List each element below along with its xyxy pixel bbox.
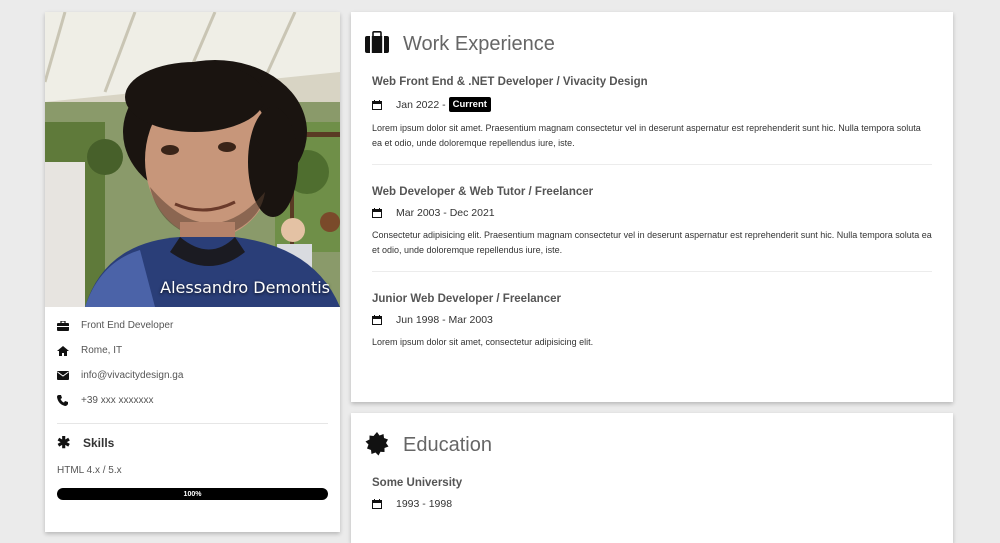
info-row-location: Rome, IT — [57, 338, 328, 363]
work-entry-date: Mar 2003 - Dec 2021 — [396, 207, 495, 219]
info-row-job: Front End Developer — [57, 313, 328, 338]
briefcase-icon — [57, 319, 81, 333]
envelope-icon — [57, 369, 81, 383]
certificate-icon — [365, 432, 391, 458]
work-entry: Web Developer & Web Tutor / Freelancer M… — [351, 186, 953, 272]
skill-name: HTML 4.x / 5.x — [57, 465, 122, 476]
work-entry-date: Jun 1998 - Mar 2003 — [396, 314, 493, 326]
suitcase-icon — [365, 31, 391, 57]
info-row-email[interactable]: info@vivacitydesign.ga — [57, 363, 328, 388]
work-entry-date: Jan 2022 - — [396, 98, 446, 111]
skills-heading: ✱ Skills — [57, 430, 328, 456]
work-entry-title: Web Developer & Web Tutor / Freelancer — [372, 186, 594, 198]
education-header: Education — [351, 413, 953, 477]
work-entry-date-row: Jun 1998 - Mar 2003 — [372, 314, 932, 326]
work-experience-header: Work Experience — [351, 12, 953, 76]
asterisk-icon: ✱ — [57, 435, 71, 452]
entry-divider — [372, 271, 932, 272]
work-entry-description: Consectetur adipisicing elit. Praesentiu… — [372, 230, 932, 255]
calendar-icon — [372, 208, 396, 218]
work-entry-date-row: Mar 2003 - Dec 2021 — [372, 207, 932, 219]
skills-title: Skills — [83, 436, 115, 450]
education-entry: Some University 1993 - 1998 — [351, 477, 953, 510]
work-entry-date-row: Jan 2022 - Current — [372, 97, 932, 112]
info-email-text[interactable]: info@vivacitydesign.ga — [81, 370, 183, 381]
info-phone-text[interactable]: +39 xxx xxxxxxx — [81, 395, 154, 406]
info-location-text: Rome, IT — [81, 345, 123, 356]
entry-divider — [372, 164, 932, 165]
info-job-text: Front End Developer — [81, 320, 174, 331]
education-card: Education Some University 1993 - 1998 — [351, 413, 953, 543]
phone-icon — [57, 394, 81, 408]
education-entry-title: Some University — [372, 477, 463, 489]
work-entry-title: Web Front End & .NET Developer / Vivacit… — [372, 76, 648, 88]
calendar-icon — [372, 99, 396, 110]
profile-photo: Alessandro Demontis — [45, 12, 340, 307]
profile-info-list: Front End Developer Rome, IT info@vivaci… — [45, 307, 340, 500]
calendar-icon — [372, 499, 396, 509]
education-entry-date-row: 1993 - 1998 — [372, 498, 932, 510]
calendar-icon — [372, 315, 396, 325]
info-row-phone[interactable]: +39 xxx xxxxxxx — [57, 388, 328, 413]
profile-card: Alessandro Demontis Front End Developer … — [45, 12, 340, 532]
work-entry-title: Junior Web Developer / Freelancer — [372, 293, 561, 305]
current-badge: Current — [448, 97, 491, 112]
profile-name: Alessandro Demontis — [160, 278, 330, 297]
work-experience-title: Work Experience — [403, 32, 555, 55]
home-icon — [57, 344, 81, 358]
work-experience-card: Work Experience Web Front End & .NET Dev… — [351, 12, 953, 402]
work-entry: Web Front End & .NET Developer / Vivacit… — [351, 76, 953, 165]
skill-progress-fill: 100% — [57, 488, 328, 500]
work-entry: Junior Web Developer / Freelancer Jun 19… — [351, 293, 953, 350]
skill-progress-bar: 100% — [57, 488, 328, 500]
profile-divider — [57, 423, 328, 424]
work-entry-description: Lorem ipsum dolor sit amet, consectetur … — [372, 337, 594, 347]
work-entry-description: Lorem ipsum dolor sit amet. Praesentium … — [372, 123, 921, 148]
education-entry-date: 1993 - 1998 — [396, 498, 453, 510]
education-title: Education — [403, 433, 492, 456]
